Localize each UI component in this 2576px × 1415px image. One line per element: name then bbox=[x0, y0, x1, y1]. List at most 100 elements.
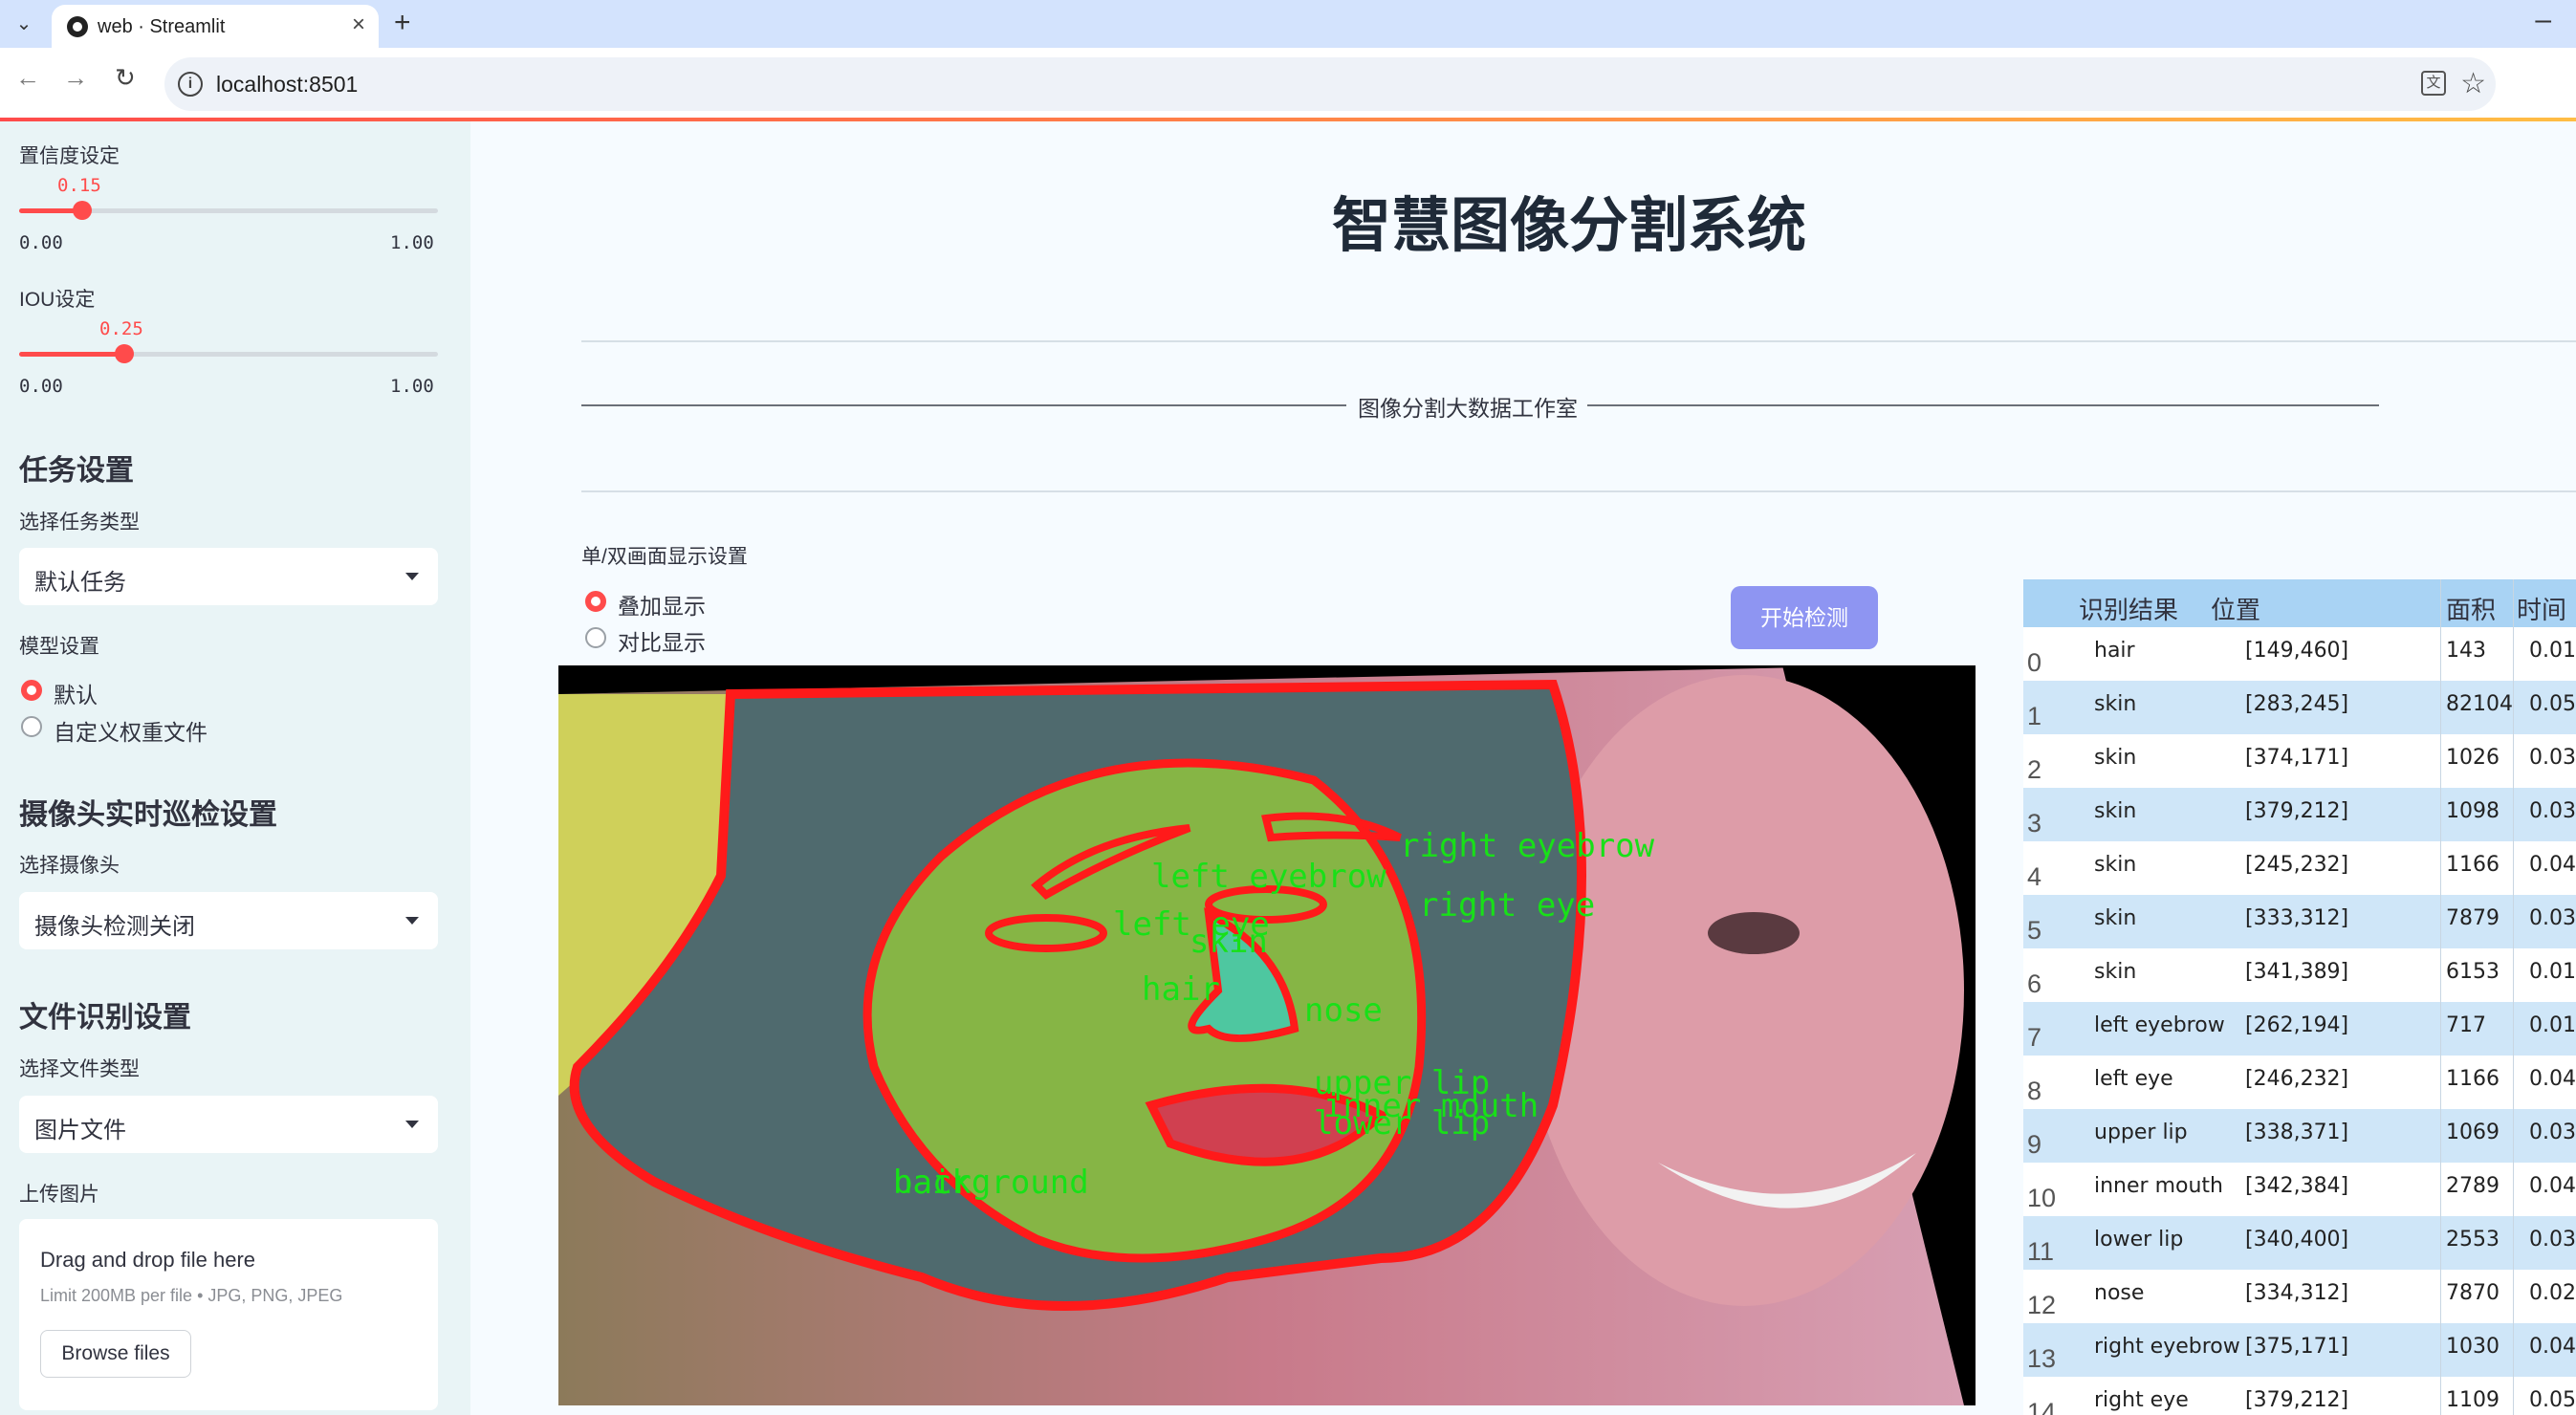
start-detection-button[interactable]: 开始检测 bbox=[1731, 586, 1878, 649]
row-position: [342,384] bbox=[2245, 1174, 2349, 1198]
studio-banner: 图像分割大数据工作室 bbox=[581, 388, 2379, 423]
url-text[interactable]: localhost:8501 bbox=[216, 72, 358, 98]
address-bar-row: ← → ↻ i localhost:8501 文 ☆ bbox=[0, 48, 2576, 119]
page-title: 智慧图像分割系统 bbox=[1332, 193, 1807, 259]
confidence-min: 0.00 bbox=[19, 232, 63, 253]
row-result: skin bbox=[2094, 692, 2137, 716]
row-time: 0.01 bbox=[2529, 960, 2576, 984]
table-row[interactable]: 9 upper lip [338,371] 1069 0.03 bbox=[2023, 1109, 2576, 1163]
row-position: [340,400] bbox=[2245, 1228, 2349, 1252]
table-row[interactable]: 7 left eyebrow [262,194] 717 0.01 bbox=[2023, 1002, 2576, 1056]
model-settings-label: 模型设置 bbox=[19, 636, 99, 658]
table-row[interactable]: 11 lower lip [340,400] 2553 0.03 bbox=[2023, 1216, 2576, 1270]
background-eye-shape bbox=[1708, 912, 1800, 954]
banner-dash-left bbox=[581, 404, 1346, 406]
url-omnibox[interactable]: i localhost:8501 文 ☆ bbox=[164, 57, 2496, 111]
forward-arrow-icon[interactable]: → bbox=[63, 63, 88, 93]
overlay-display-radio[interactable] bbox=[585, 591, 606, 612]
row-time: 0.04 bbox=[2529, 1067, 2576, 1091]
col-header-area[interactable]: 面积 bbox=[2446, 591, 2496, 626]
dropzone-title: Drag and drop file here bbox=[40, 1248, 256, 1272]
model-default-label[interactable]: 默认 bbox=[54, 677, 98, 709]
camera-select[interactable]: 摄像头检测关闭 bbox=[19, 892, 438, 949]
divider bbox=[581, 340, 2576, 342]
row-index: 0 bbox=[2027, 648, 2042, 677]
row-area: 2789 bbox=[2446, 1174, 2500, 1198]
chevron-down-icon bbox=[405, 917, 419, 925]
left-eye-contour bbox=[985, 914, 1107, 952]
overlay-label: skin bbox=[1190, 923, 1268, 961]
confidence-slider-handle[interactable] bbox=[73, 201, 92, 220]
bookmark-star-icon[interactable]: ☆ bbox=[2460, 67, 2486, 100]
browse-files-button[interactable]: Browse files bbox=[40, 1330, 191, 1378]
camera-selected: 摄像头检测关闭 bbox=[34, 914, 195, 940]
confidence-slider[interactable] bbox=[19, 201, 438, 220]
overlay-label: lower lip bbox=[1314, 1104, 1490, 1143]
back-arrow-icon[interactable]: ← bbox=[15, 63, 40, 93]
col-header-position[interactable]: 位置 bbox=[2211, 591, 2260, 626]
tab-close-icon[interactable]: × bbox=[352, 11, 365, 38]
row-index: 12 bbox=[2027, 1291, 2057, 1319]
task-type-label: 选择任务类型 bbox=[19, 512, 140, 533]
browser-tab[interactable]: web · Streamlit × bbox=[52, 5, 379, 48]
window-minimize-icon[interactable]: – bbox=[2535, 4, 2551, 36]
col-header-time[interactable]: 时间 bbox=[2517, 591, 2566, 626]
row-position: [149,460] bbox=[2245, 639, 2349, 663]
table-row[interactable]: 2 skin [374,171] 1026 0.03 bbox=[2023, 734, 2576, 788]
iou-slider-handle[interactable] bbox=[115, 344, 134, 363]
row-result: nose bbox=[2094, 1281, 2145, 1305]
model-default-radio[interactable] bbox=[21, 680, 42, 701]
row-result: skin bbox=[2094, 799, 2137, 823]
model-custom-radio[interactable] bbox=[21, 716, 42, 737]
table-row[interactable]: 10 inner mouth [342,384] 2789 0.04 bbox=[2023, 1163, 2576, 1216]
file-type-select[interactable]: 图片文件 bbox=[19, 1096, 438, 1153]
table-row[interactable]: 1 skin [283,245] 82104 0.05 bbox=[2023, 681, 2576, 734]
iou-max: 1.00 bbox=[390, 376, 434, 397]
iou-min: 0.00 bbox=[19, 376, 63, 397]
iou-slider[interactable] bbox=[19, 344, 438, 363]
table-row[interactable]: 0 hair [149,460] 143 0.01 bbox=[2023, 627, 2576, 681]
col-header-result[interactable]: 识别结果 bbox=[2079, 591, 2178, 626]
tab-search-chevron-icon[interactable]: ⌄ bbox=[10, 8, 38, 40]
banner-dash-right bbox=[1587, 404, 2379, 406]
row-result: left eye bbox=[2094, 1067, 2173, 1091]
row-area: 7870 bbox=[2446, 1281, 2500, 1305]
row-time: 0.03 bbox=[2529, 746, 2576, 770]
table-row[interactable]: 8 left eye [246,232] 1166 0.04 bbox=[2023, 1056, 2576, 1109]
table-row[interactable]: 3 skin [379,212] 1098 0.03 bbox=[2023, 788, 2576, 841]
row-index: 10 bbox=[2027, 1184, 2057, 1212]
row-area: 82104 bbox=[2446, 692, 2513, 716]
table-row[interactable]: 5 skin [333,312] 7879 0.03 bbox=[2023, 895, 2576, 948]
translate-icon[interactable]: 文 bbox=[2421, 71, 2446, 96]
row-result: lower lip bbox=[2094, 1228, 2184, 1252]
divider bbox=[581, 490, 2576, 492]
row-position: [283,245] bbox=[2245, 692, 2349, 716]
file-type-label: 选择文件类型 bbox=[19, 1058, 140, 1080]
column-divider bbox=[2440, 579, 2441, 1415]
file-dropzone[interactable]: Drag and drop file here Limit 200MB per … bbox=[19, 1219, 438, 1410]
table-row[interactable]: 4 skin [245,232] 1166 0.04 bbox=[2023, 841, 2576, 895]
compare-display-radio[interactable] bbox=[585, 627, 606, 648]
streamlit-favicon-icon bbox=[67, 16, 88, 37]
row-area: 7879 bbox=[2446, 906, 2500, 930]
overlay-label: nose bbox=[1304, 991, 1383, 1030]
table-row[interactable]: 13 right eyebrow [375,171] 1030 0.04 bbox=[2023, 1323, 2576, 1377]
iou-label: IOU设定 bbox=[19, 289, 96, 311]
model-custom-label[interactable]: 自定义权重文件 bbox=[54, 714, 207, 747]
tab-title: web · Streamlit bbox=[98, 16, 226, 37]
new-tab-plus-icon[interactable]: + bbox=[394, 7, 411, 39]
compare-display-label[interactable]: 对比显示 bbox=[618, 624, 706, 657]
table-row[interactable]: 6 skin [341,389] 6153 0.01 bbox=[2023, 948, 2576, 1002]
task-type-select[interactable]: 默认任务 bbox=[19, 548, 438, 605]
reload-icon[interactable]: ↻ bbox=[115, 63, 136, 93]
row-area: 143 bbox=[2446, 639, 2486, 663]
results-table[interactable]: 识别结果 位置 面积 时间 0 hair [149,460] 143 0.01 1 skin… bbox=[2023, 579, 2576, 1415]
task-type-selected: 默认任务 bbox=[34, 570, 126, 596]
overlay-display-label[interactable]: 叠加显示 bbox=[618, 588, 706, 620]
row-area: 1098 bbox=[2446, 799, 2500, 823]
site-info-icon[interactable]: i bbox=[178, 72, 203, 97]
row-result: skin bbox=[2094, 906, 2137, 930]
table-row[interactable]: 14 right eye [379,212] 1109 0.05 bbox=[2023, 1377, 2576, 1415]
table-row[interactable]: 12 nose [334,312] 7870 0.02 bbox=[2023, 1270, 2576, 1323]
row-result: hair bbox=[2094, 639, 2135, 663]
